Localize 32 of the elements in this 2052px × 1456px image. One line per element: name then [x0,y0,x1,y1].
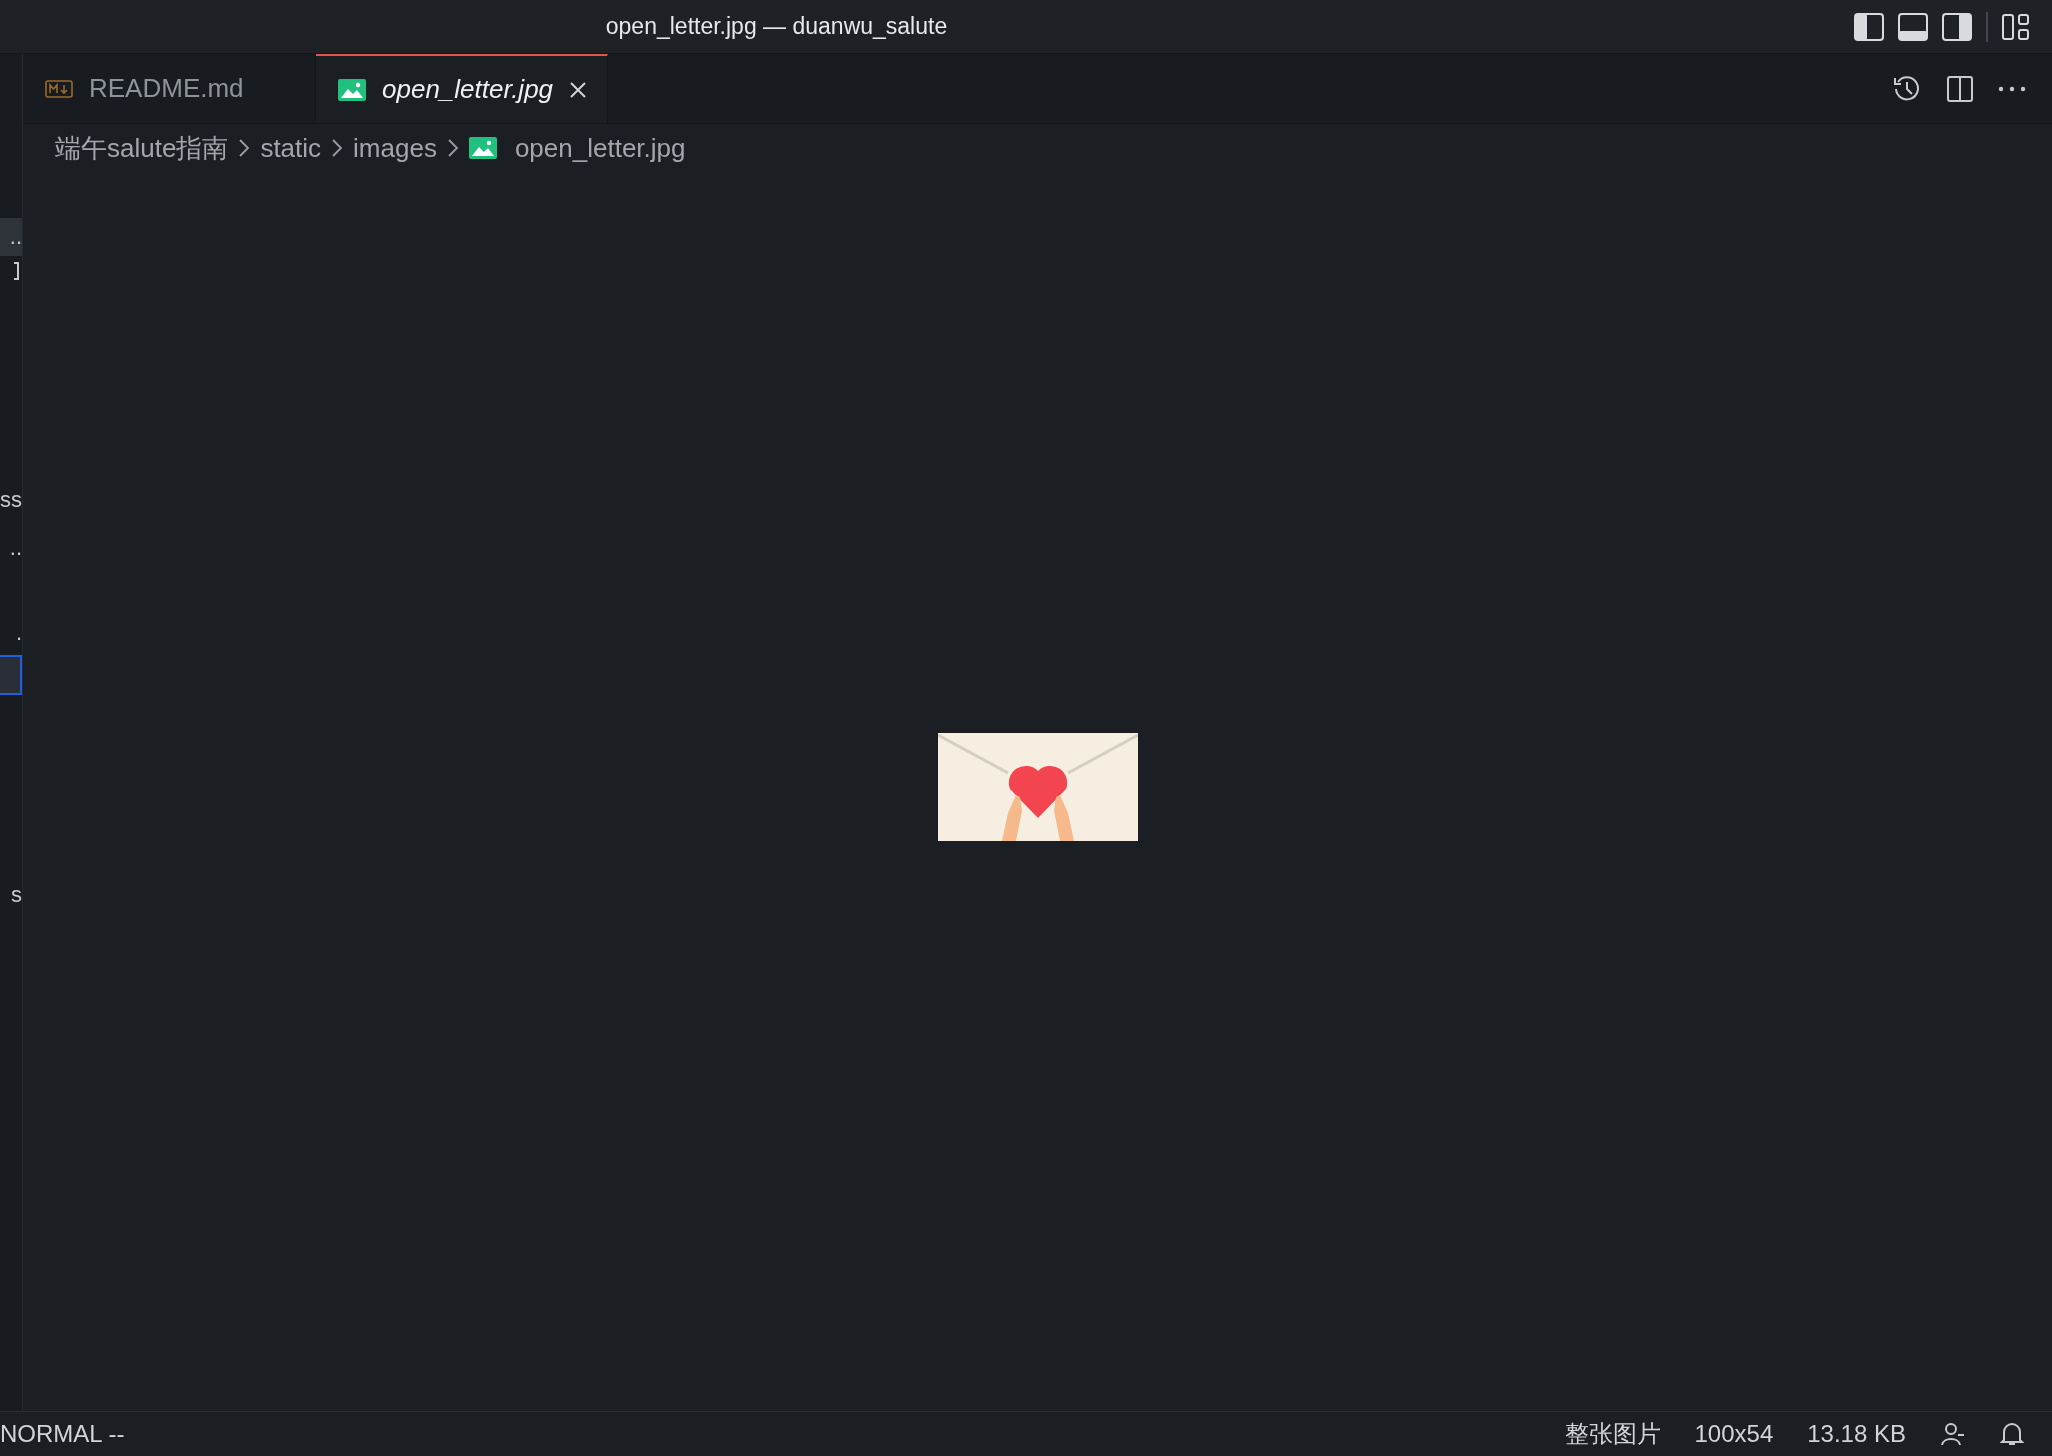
size-status: 13.18 KB [1807,1420,1906,1448]
chevron-icon [331,138,344,158]
layout-icon[interactable] [2002,12,2030,41]
window-title: open_letter.jpg — duanwu_salute [604,13,949,40]
chevron-icon [238,138,251,158]
split-editor-icon[interactable] [1946,74,1974,103]
breadcrumb-item[interactable]: images [353,132,437,164]
toggle-sidebar-icon[interactable] [1854,12,1884,41]
file-row[interactable]: . [0,614,22,652]
editor-tab[interactable]: open_letter.jpg [316,54,609,123]
close-icon[interactable] [569,80,588,99]
chevron-icon [446,138,459,158]
dimensions-status: 100x54 [1694,1420,1774,1448]
file-row[interactable]: .. [0,529,22,567]
person-icon[interactable] [1940,1421,1966,1447]
breadcrumb-item[interactable]: open_letter.jpg [514,132,686,164]
image-file-icon [338,78,366,101]
zoom-status[interactable]: 整张图片 [1564,1418,1661,1450]
more-icon[interactable] [1998,84,2026,93]
bracket-icon [14,262,20,280]
breadcrumb-item[interactable]: static [260,132,322,164]
file-row[interactable]: .. [0,218,22,256]
toggle-panel-icon[interactable] [1898,12,1928,41]
selected-file-row[interactable] [0,655,22,695]
file-row[interactable]: s [0,876,22,914]
markdown-icon [45,79,73,98]
bell-icon[interactable] [2000,1421,2024,1447]
image-file-icon [468,137,497,159]
file-row[interactable]: ss [0,481,22,519]
breadcrumb-item[interactable]: 端午salute指南 [55,130,229,166]
vim-mode: NORMAL -- [0,1420,125,1448]
toggle-secondary-sidebar-icon[interactable] [1942,12,1972,41]
